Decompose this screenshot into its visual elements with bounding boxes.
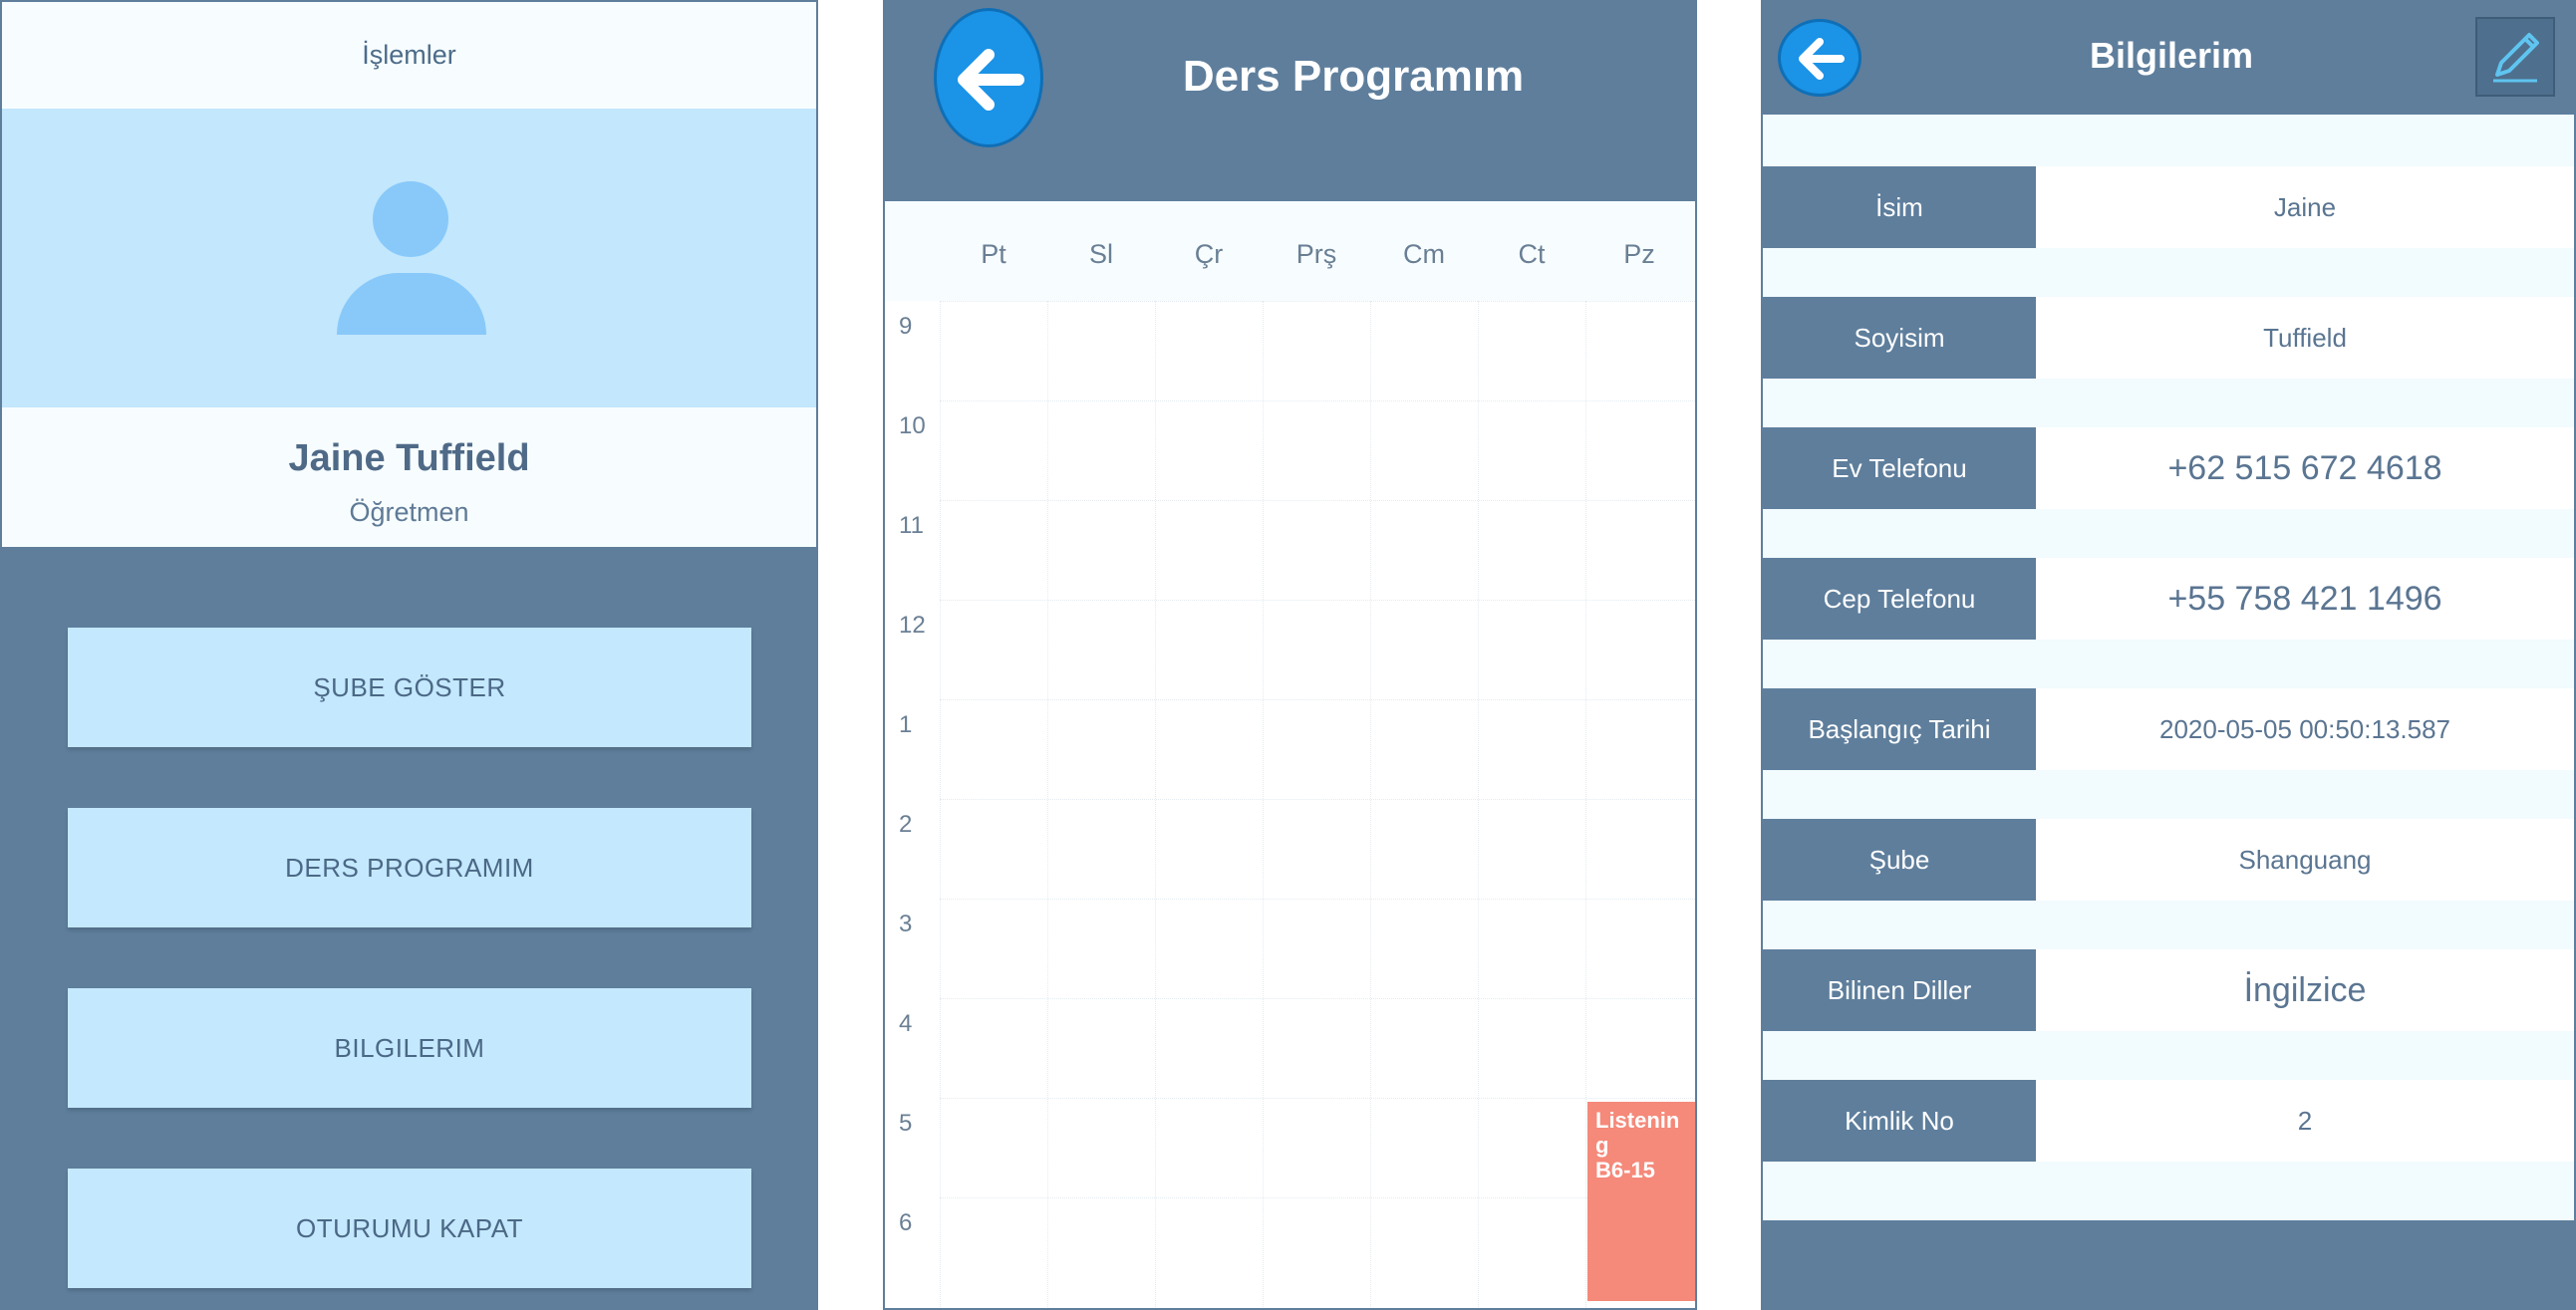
grid-line xyxy=(940,301,1695,302)
info-label: Ev Telefonu xyxy=(1763,427,2036,509)
day-label: Pz xyxy=(1623,239,1655,269)
hour-label: 5 xyxy=(899,1110,913,1137)
info-label: Şube xyxy=(1763,819,2036,901)
grid-column-line xyxy=(1047,301,1048,1307)
info-label: Soyisim xyxy=(1763,297,2036,379)
info-label: Bilinen Diller xyxy=(1763,949,2036,1031)
hour-label: 6 xyxy=(899,1209,913,1236)
grid-line xyxy=(940,1197,1695,1198)
info-screen: Bilgilerim İsim Jaine Soyisim Tuffield E… xyxy=(1761,0,2576,1310)
day-label: Ct xyxy=(1518,239,1546,269)
info-value: Shanguang xyxy=(2238,844,2372,875)
grid-column-line xyxy=(1478,301,1479,1307)
info-row: Şube Shanguang xyxy=(1763,819,2574,901)
info-title: Bilgilerim xyxy=(2089,35,2254,76)
schedule-header: Ders Programım xyxy=(885,2,1695,201)
back-arrow-icon xyxy=(958,49,1024,111)
day-header-row: Pt Sl Çr Prş Cm Ct Pz xyxy=(885,201,1695,301)
info-label: Cep Telefonu xyxy=(1763,558,2036,640)
grid-line xyxy=(940,799,1695,800)
hour-label: 10 xyxy=(899,412,926,439)
info-header: Bilgilerim xyxy=(1763,2,2574,115)
day-label: Cm xyxy=(1403,239,1445,269)
grid-column-line xyxy=(1263,301,1264,1307)
hour-label: 11 xyxy=(899,512,924,539)
user-role: Öğretmen xyxy=(349,497,469,527)
day-label: Prş xyxy=(1295,239,1337,269)
info-label: Kimlik No xyxy=(1763,1080,2036,1162)
info-footer xyxy=(1763,1220,2574,1308)
info-value: +62 515 672 4618 xyxy=(2167,448,2442,487)
info-row: İsim Jaine xyxy=(1763,166,2574,248)
pencil-edit-icon xyxy=(2493,33,2539,83)
day-label: Sl xyxy=(1088,239,1113,269)
hour-label: 3 xyxy=(899,911,913,937)
info-label: İsim xyxy=(1763,166,2036,248)
person-avatar-icon xyxy=(337,181,486,336)
grid-line xyxy=(940,699,1695,700)
menu-screen: İşlemler Jaine Tuffield Öğretmen ŞUBE GÖ… xyxy=(0,0,818,1310)
info-label: Başlangıç Tarihi xyxy=(1763,688,2036,770)
info-row: Cep Telefonu +55 758 421 1496 xyxy=(1763,558,2574,640)
grid-line xyxy=(940,899,1695,900)
hour-label: 12 xyxy=(899,612,926,639)
profile-area: Jaine Tuffield Öğretmen xyxy=(2,407,816,547)
back-arrow-icon xyxy=(1799,38,1845,80)
grid-column-line xyxy=(940,301,941,1307)
info-value: İngilzice xyxy=(2243,970,2367,1009)
user-name: Jaine Tuffield xyxy=(288,437,530,479)
grid-line xyxy=(940,1098,1695,1099)
info-value: 2020-05-05 00:50:13.587 xyxy=(2158,713,2451,744)
info-value: Jaine xyxy=(2273,191,2337,222)
hour-label: 4 xyxy=(899,1010,913,1037)
info-row: Başlangıç Tarihi 2020-05-05 00:50:13.587 xyxy=(1763,688,2574,770)
info-row: Bilinen Diller İngilzice xyxy=(1763,949,2574,1031)
info-value: 2 xyxy=(2297,1105,2313,1136)
my-schedule-button[interactable]: DERS PROGRAMIM xyxy=(68,808,751,927)
hour-label: 1 xyxy=(899,711,913,738)
schedule-event[interactable]: Listenin g B6-15 xyxy=(1587,1102,1695,1301)
hour-label: 2 xyxy=(899,811,913,838)
grid-column-line xyxy=(1155,301,1156,1307)
edit-button[interactable] xyxy=(2475,17,2555,97)
grid-line xyxy=(940,600,1695,601)
schedule-title: Ders Programım xyxy=(1182,52,1525,101)
info-body xyxy=(1763,115,2574,1220)
grid-column-line xyxy=(1370,301,1371,1307)
event-room: B6-15 xyxy=(1595,1158,1655,1182)
my-info-button[interactable]: BILGILERIM xyxy=(68,988,751,1108)
info-row: Kimlik No 2 xyxy=(1763,1080,2574,1162)
info-value: Tuffield xyxy=(2263,322,2347,353)
info-value: +55 758 421 1496 xyxy=(2167,579,2442,618)
menu-header: İşlemler xyxy=(2,2,816,109)
event-name: Listenin g xyxy=(1595,1108,1680,1158)
grid-line xyxy=(940,400,1695,401)
grid-column-line xyxy=(1585,301,1586,1307)
show-branch-button[interactable]: ŞUBE GÖSTER xyxy=(68,628,751,747)
info-row: Soyisim Tuffield xyxy=(1763,297,2574,379)
grid-line xyxy=(940,998,1695,999)
menu-header-title: İşlemler xyxy=(362,40,456,70)
day-label: Pt xyxy=(981,239,1006,269)
back-button[interactable] xyxy=(934,8,1043,147)
day-label: Çr xyxy=(1194,239,1224,269)
info-row: Ev Telefonu +62 515 672 4618 xyxy=(1763,427,2574,509)
back-button[interactable] xyxy=(1778,19,1861,97)
hour-label: 9 xyxy=(899,313,913,340)
schedule-screen: Ders Programım Pt Sl Çr Prş Cm Ct Pz 9 1… xyxy=(883,0,1697,1310)
grid-line xyxy=(940,500,1695,501)
logout-button[interactable]: OTURUMU KAPAT xyxy=(68,1169,751,1288)
